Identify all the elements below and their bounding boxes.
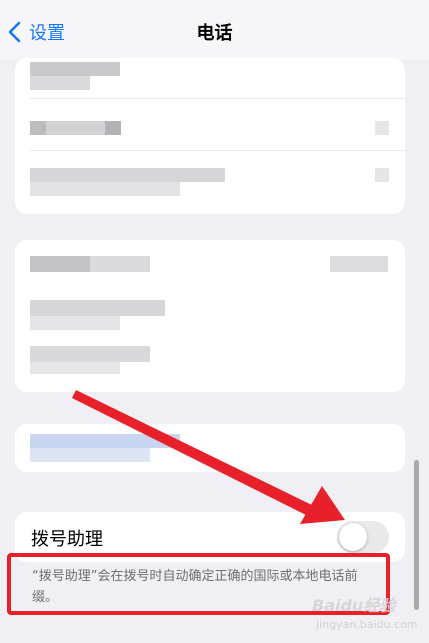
- scroll-indicator[interactable]: [414, 460, 419, 610]
- watermark-url: jingyan.baidu.com: [316, 618, 418, 631]
- dial-assist-label: 拨号助理: [31, 529, 103, 550]
- toggle-knob: [339, 523, 367, 551]
- settings-group-3: [15, 424, 405, 472]
- page-title: 电话: [196, 23, 233, 44]
- dial-assist-toggle[interactable]: [337, 521, 389, 553]
- settings-group-1: [15, 58, 405, 214]
- watermark-logo: Baidu经验: [312, 596, 396, 615]
- navigation-bar: 设置 电话: [0, 0, 429, 60]
- settings-group-2: [15, 240, 405, 392]
